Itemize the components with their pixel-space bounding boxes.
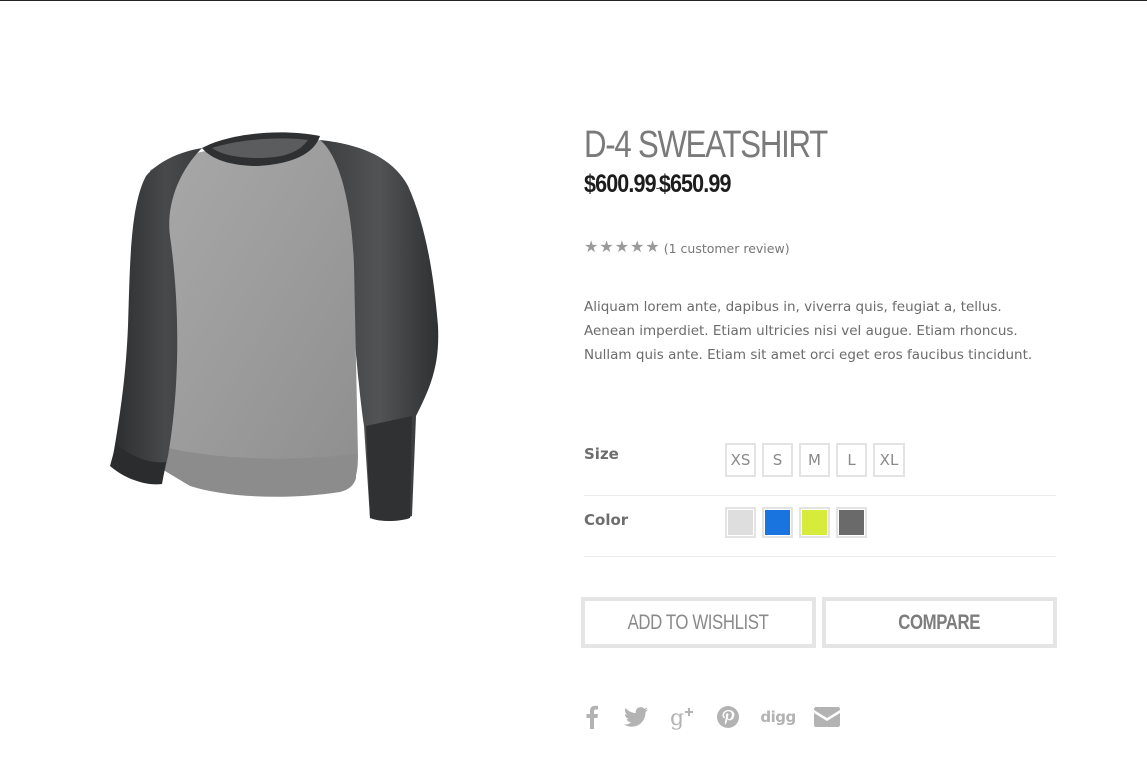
size-options: XS S M L XL (725, 443, 905, 477)
color-label: Color (584, 511, 629, 529)
swatch-fill (764, 509, 791, 536)
star-icon: ★ (630, 239, 645, 256)
color-swatch-dark-gray[interactable] (836, 507, 867, 538)
color-swatch-blue[interactable] (762, 507, 793, 538)
email-icon[interactable] (814, 702, 840, 732)
swatch-fill (727, 509, 754, 536)
product-description: Aliquam lorem ante, dapibus in, viverra … (584, 299, 1033, 363)
size-option-l[interactable]: L (836, 443, 867, 477)
product-title: D-4 SWEATSHIRT (584, 124, 828, 166)
share-icons: g digg (584, 702, 840, 732)
star-icon: ★ (599, 239, 614, 256)
digg-label: digg (760, 708, 796, 726)
size-label: Size (584, 445, 619, 463)
star-rating: ★ ★ ★ ★ ★ (584, 240, 660, 256)
product-summary: D-4 SWEATSHIRT $600.99-$650.99 ★ ★ ★ ★ ★… (581, 0, 1057, 759)
product-rating: ★ ★ ★ ★ ★ (1 customer review) (584, 240, 790, 256)
star-icon: ★ (645, 239, 660, 256)
star-icon: ★ (584, 239, 599, 256)
size-option-m[interactable]: M (799, 443, 830, 477)
compare-label: COMPARE (898, 610, 981, 634)
customer-review-link[interactable]: (1 customer review) (664, 241, 790, 256)
product-image (108, 126, 448, 526)
twitter-icon[interactable] (624, 702, 648, 732)
pinterest-icon[interactable] (716, 702, 740, 732)
size-option-xl[interactable]: XL (873, 443, 905, 477)
price-min: $600.99 (584, 170, 657, 198)
color-swatch-lime[interactable] (799, 507, 830, 538)
swatch-fill (801, 509, 828, 536)
product-price: $600.99-$650.99 (584, 170, 731, 199)
add-to-wishlist-label: ADD TO WISHLIST (628, 610, 769, 634)
swatch-fill (838, 509, 865, 536)
google-plus-icon[interactable]: g (670, 702, 694, 732)
digg-icon[interactable]: digg (760, 702, 796, 732)
color-option-row: Color (584, 496, 1056, 557)
compare-button[interactable]: COMPARE (822, 597, 1057, 648)
svg-text:g: g (670, 706, 684, 730)
price-max: $650.99 (658, 170, 732, 198)
color-swatch-light-gray[interactable] (725, 507, 756, 538)
add-to-wishlist-button[interactable]: ADD TO WISHLIST (581, 597, 816, 648)
star-icon: ★ (614, 239, 630, 256)
size-option-xs[interactable]: XS (725, 443, 756, 477)
color-options (725, 507, 867, 538)
facebook-icon[interactable] (584, 702, 600, 732)
size-option-row: Size XS S M L XL (584, 430, 1056, 496)
size-option-s[interactable]: S (762, 443, 793, 477)
